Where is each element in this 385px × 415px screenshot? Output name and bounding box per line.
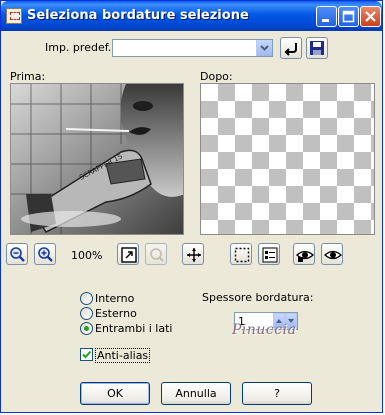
minimize-icon	[322, 19, 329, 22]
selection-marquee-icon	[234, 247, 250, 263]
border-width-label: Spessore bordatura:	[202, 291, 314, 304]
before-preview-image: SCRAPPER 15	[11, 84, 183, 234]
dialog-window: Seleziona bordature selezione Imp. prede…	[0, 0, 383, 413]
chevron-down-icon	[260, 45, 269, 51]
ok-button[interactable]: OK	[80, 382, 150, 405]
zoom-in-button[interactable]	[34, 243, 56, 265]
lock-preview-button[interactable]	[293, 243, 315, 265]
proof-button[interactable]	[258, 243, 280, 265]
fit-window-icon	[121, 247, 137, 263]
radio-interno-label[interactable]: Interno	[95, 292, 134, 305]
radio-interno[interactable]	[80, 292, 93, 305]
zoom-to-100-button[interactable]	[145, 243, 167, 265]
save-preset-button[interactable]	[306, 37, 328, 59]
zoom-disabled-icon	[150, 248, 164, 262]
radio-esterno-label[interactable]: Esterno	[95, 307, 137, 320]
checkmark-icon	[82, 350, 92, 359]
before-label: Prima:	[10, 70, 46, 83]
zoom-level: 100%	[71, 249, 103, 262]
eye-icon	[324, 250, 342, 260]
show-preview-button[interactable]	[321, 243, 343, 265]
properties-list-icon	[262, 247, 278, 263]
zoom-out-button[interactable]	[6, 243, 28, 265]
maximize-button[interactable]	[338, 6, 359, 27]
after-preview[interactable]	[200, 83, 375, 235]
preset-label: Imp. predef.:	[45, 41, 115, 54]
reset-preset-button[interactable]	[280, 37, 302, 59]
app-icon	[6, 8, 22, 24]
marching-ants-button[interactable]	[230, 243, 252, 265]
zoom-in-icon	[38, 247, 53, 262]
antialias-checkbox[interactable]	[80, 348, 93, 361]
close-icon	[365, 11, 376, 22]
zoom-fit-button[interactable]	[117, 243, 139, 265]
maximize-icon	[342, 10, 355, 23]
radio-esterno[interactable]	[80, 307, 93, 320]
title-bar[interactable]: Seleziona bordature selezione	[1, 1, 382, 31]
floppy-disk-icon	[310, 41, 324, 55]
minimize-button[interactable]	[316, 6, 337, 27]
eye-lock-icon	[296, 250, 314, 262]
combo-arrow[interactable]	[256, 40, 272, 56]
pan-button[interactable]	[182, 243, 204, 265]
before-preview[interactable]: SCRAPPER 15	[10, 83, 184, 235]
undo-arrow-icon	[284, 43, 297, 56]
close-button[interactable]	[360, 6, 381, 27]
preset-combo[interactable]	[112, 39, 273, 57]
radio-entrambi-label[interactable]: Entrambi i lati	[95, 322, 172, 335]
help-button[interactable]: ?	[242, 382, 312, 405]
cancel-button[interactable]: Annulla	[161, 382, 231, 405]
radio-entrambi[interactable]	[80, 322, 93, 335]
watermark-signature: Pinuccia	[232, 322, 297, 338]
window-title: Seleziona bordature selezione	[27, 8, 249, 23]
after-label: Dopo:	[200, 70, 233, 83]
move-arrows-icon	[187, 248, 201, 262]
zoom-out-icon	[10, 247, 25, 262]
antialias-label[interactable]: Anti-alias	[95, 348, 151, 363]
